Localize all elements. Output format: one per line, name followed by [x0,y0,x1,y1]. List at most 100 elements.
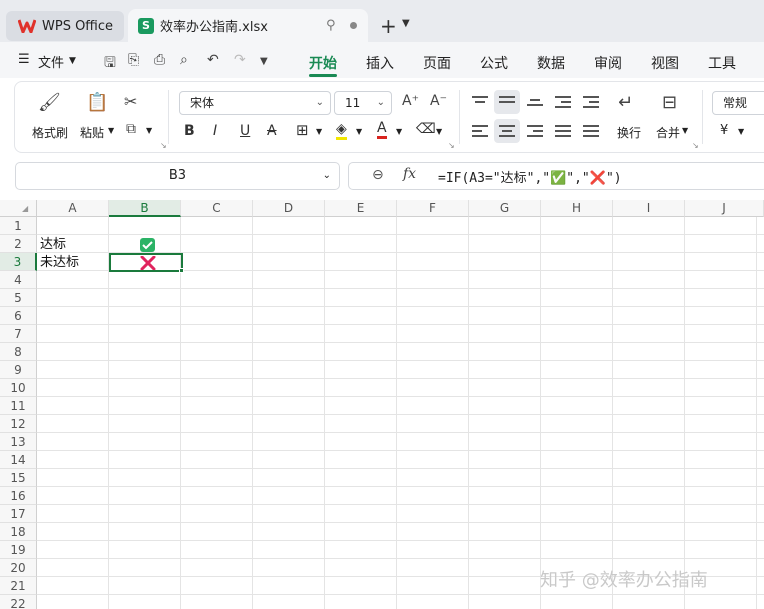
row-header-21[interactable]: 21 [0,577,37,595]
wrap-text-icon[interactable]: ↵ [618,92,633,113]
tab-insert[interactable]: 插入 [366,53,394,73]
row-header-22[interactable]: 22 [0,595,37,609]
column-header-D[interactable]: D [253,200,325,217]
chevron-down-icon[interactable]: ▼ [260,56,268,67]
chevron-down-icon[interactable]: ▼ [396,127,402,136]
cell-A2[interactable]: 达标 [40,236,66,254]
row-header-3[interactable]: 3 [0,253,37,271]
fx-icon[interactable]: fx [403,166,416,182]
row-header-8[interactable]: 8 [0,343,37,361]
print-preview-icon[interactable]: ⌕ [180,52,188,68]
unsaved-dot-icon[interactable] [350,22,357,29]
dialog-launcher-icon[interactable]: ↘ [692,141,699,150]
tab-home[interactable]: 开始 [309,53,337,73]
row-header-16[interactable]: 16 [0,487,37,505]
align-top-icon[interactable] [472,96,488,108]
tab-review[interactable]: 审阅 [594,53,622,73]
row-header-15[interactable]: 15 [0,469,37,487]
new-tab-button[interactable]: + [380,14,397,38]
font-color-icon[interactable]: A [377,121,387,139]
underline-button[interactable]: U [240,123,250,139]
paste-icon[interactable]: 📋 [86,92,108,113]
column-header-C[interactable]: C [181,200,253,217]
chevron-down-icon[interactable]: ▼ [402,18,410,29]
chevron-down-icon[interactable]: ▼ [146,126,152,135]
paste-label[interactable]: 粘贴 [80,124,104,141]
border-icon[interactable]: ⊞ [296,121,309,139]
column-header-E[interactable]: E [325,200,397,217]
name-box[interactable]: B3 ⌄ [15,162,340,190]
wrap-text-label[interactable]: 换行 [617,124,641,141]
row-header-5[interactable]: 5 [0,289,37,307]
row-header-13[interactable]: 13 [0,433,37,451]
bold-button[interactable]: B [184,123,195,139]
column-header-G[interactable]: G [469,200,541,217]
currency-icon[interactable]: ¥ [720,123,728,138]
row-header-20[interactable]: 20 [0,559,37,577]
column-header-I[interactable]: I [613,200,685,217]
cell-A3[interactable]: 未达标 [40,254,79,272]
chevron-down-icon[interactable]: ⌄ [323,163,331,189]
row-header-1[interactable]: 1 [0,217,37,235]
menu-icon[interactable]: ☰ [18,52,30,67]
menu-file[interactable]: 文件 [38,52,64,71]
select-all-corner[interactable] [0,200,37,217]
row-header-18[interactable]: 18 [0,523,37,541]
dialog-launcher-icon[interactable]: ↘ [160,141,167,150]
dialog-launcher-icon[interactable]: ↘ [448,141,455,150]
chevron-down-icon[interactable]: ▼ [682,126,688,135]
pin-icon[interactable]: ⚲ [326,18,336,33]
tab-data[interactable]: 数据 [537,53,565,73]
column-header-H[interactable]: H [541,200,613,217]
column-header-F[interactable]: F [397,200,469,217]
row-header-9[interactable]: 9 [0,361,37,379]
strikethrough-button[interactable]: A [267,123,277,139]
align-middle-icon[interactable] [499,96,515,108]
export-icon[interactable]: ⎘ [128,52,139,68]
format-painter-label[interactable]: 格式刷 [32,124,68,141]
font-size-select[interactable]: 11 ⌄ [334,91,392,115]
tab-formula[interactable]: 公式 [480,53,508,73]
save-icon[interactable]: 🖫 [104,52,116,76]
row-header-2[interactable]: 2 [0,235,37,253]
row-header-11[interactable]: 11 [0,397,37,415]
tab-wps-office[interactable]: WPS Office [6,11,124,41]
row-header-4[interactable]: 4 [0,271,37,289]
clear-format-icon[interactable]: ⌫ [416,121,436,137]
redo-icon[interactable]: ↷ [234,52,246,68]
copy-icon[interactable]: ⧉ [126,121,136,137]
row-header-7[interactable]: 7 [0,325,37,343]
format-painter-icon[interactable]: 🖌 [38,92,61,113]
column-header-J[interactable]: J [685,200,764,217]
row-header-12[interactable]: 12 [0,415,37,433]
chevron-down-icon[interactable]: ▼ [316,127,322,136]
decrease-indent-icon[interactable] [555,96,571,108]
chevron-down-icon[interactable]: ▼ [69,56,76,66]
cut-icon[interactable]: ✂ [124,92,137,111]
tab-tools[interactable]: 工具 [708,53,736,73]
decrease-font-icon[interactable]: A⁻ [430,93,447,109]
row-header-19[interactable]: 19 [0,541,37,559]
row-header-17[interactable]: 17 [0,505,37,523]
increase-font-icon[interactable]: A⁺ [402,93,419,109]
merge-cells-icon[interactable]: ⊟ [662,92,677,113]
align-center-icon[interactable] [499,125,515,137]
fill-handle[interactable] [179,268,184,273]
justify-icon[interactable] [555,125,571,137]
chevron-down-icon[interactable]: ▼ [108,126,114,135]
align-right-icon[interactable] [527,125,543,137]
column-header-B[interactable]: B [109,200,181,217]
align-left-icon[interactable] [472,125,488,137]
zoom-icon[interactable]: ⊖ [372,167,384,183]
row-header-6[interactable]: 6 [0,307,37,325]
chevron-down-icon[interactable]: ▼ [436,127,442,136]
tab-page[interactable]: 页面 [423,53,451,73]
distribute-icon[interactable] [583,125,599,137]
italic-button[interactable]: I [213,123,217,139]
undo-icon[interactable]: ↶ [207,52,219,68]
chevron-down-icon[interactable]: ▼ [738,127,744,136]
font-name-select[interactable]: 宋体 ⌄ [179,91,331,115]
tab-document[interactable]: S 效率办公指南.xlsx ⚲ [128,9,368,42]
merge-cells-label[interactable]: 合并 [656,124,680,141]
row-header-14[interactable]: 14 [0,451,37,469]
